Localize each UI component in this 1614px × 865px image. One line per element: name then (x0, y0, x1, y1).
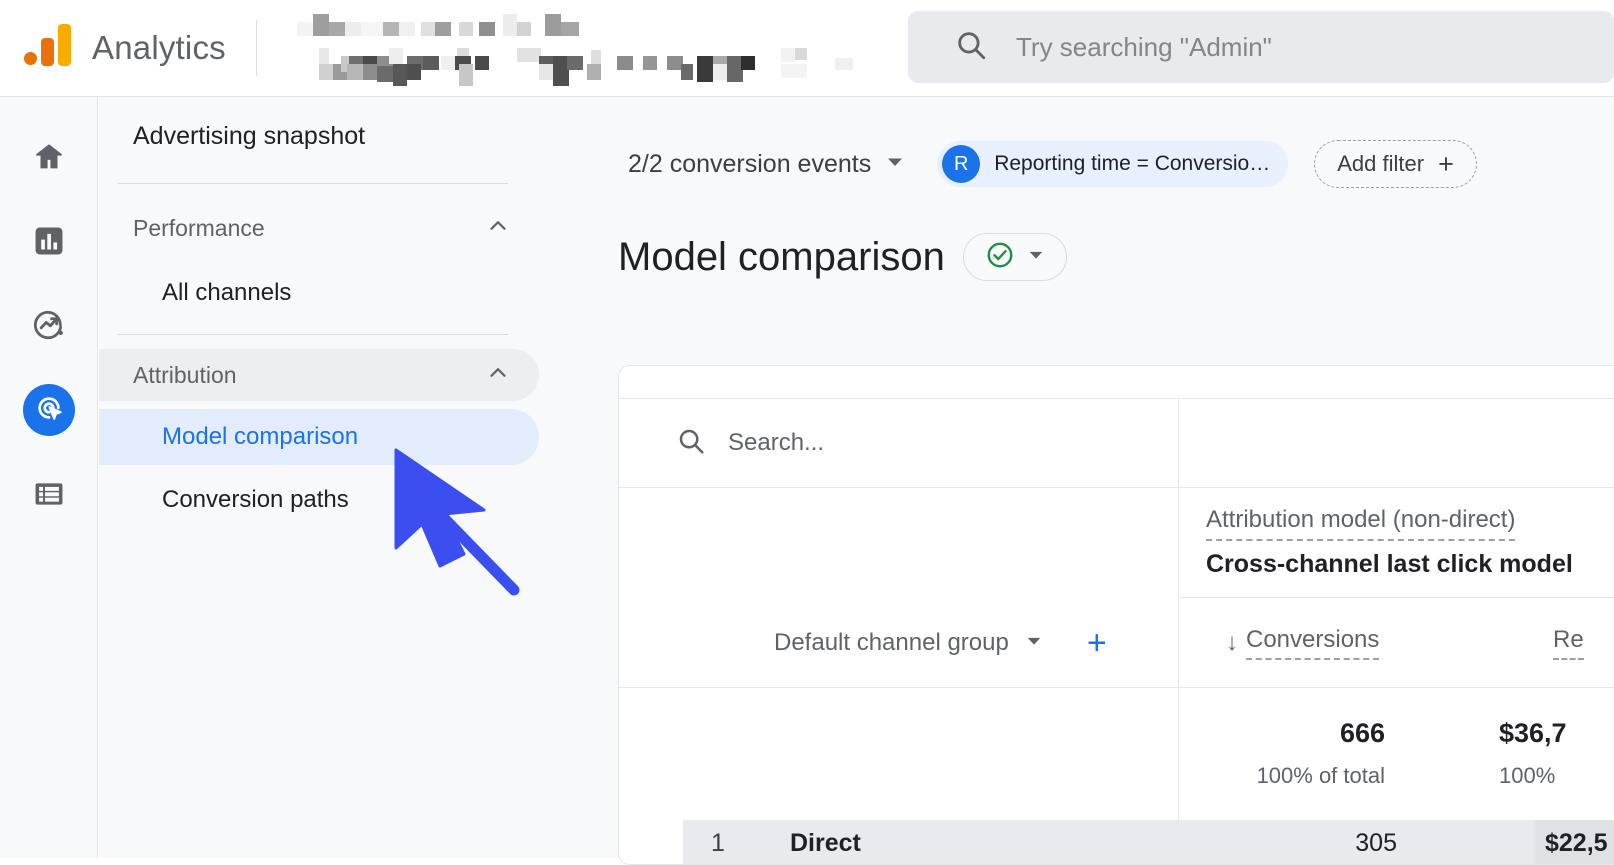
model-comparison-table-card: Search... Attribution model (non-direct)… (618, 365, 1614, 865)
attribution-model-label[interactable]: Attribution model (non-direct) (1206, 506, 1516, 541)
add-dimension-button[interactable]: + (1087, 626, 1107, 660)
sidebar-divider-2 (118, 334, 508, 335)
plus-icon: + (1438, 148, 1454, 179)
brand-name: Analytics (92, 29, 226, 66)
row-conversions: 305 (1355, 829, 1397, 857)
check-circle-icon (985, 240, 1015, 275)
rail-item-advertising[interactable] (23, 384, 75, 436)
metric-header-label: Re (1553, 626, 1584, 660)
chevron-up-icon (485, 213, 511, 244)
property-name-redacted[interactable] (289, 12, 853, 86)
caret-down-icon (1027, 246, 1045, 269)
dimension-header[interactable]: Default channel group + (774, 626, 1107, 660)
sidebar-group-label: Performance (133, 214, 265, 241)
total-subtext: 100% (1499, 763, 1556, 788)
rail-item-home[interactable] (25, 135, 73, 183)
chevron-up-icon (485, 360, 511, 391)
total-subtext: 100% of total (1256, 763, 1385, 788)
add-filter-button[interactable]: Add filter + (1314, 140, 1477, 188)
total-revenue: $36,7 100% (1499, 718, 1614, 789)
total-value: $36,7 (1499, 718, 1567, 748)
caret-down-icon (1025, 629, 1043, 657)
sidebar-item-label: Model comparison (162, 423, 359, 450)
filter-chip-reporting-time[interactable]: R Reporting time = Conversio… (937, 141, 1289, 187)
total-value: 666 (1339, 718, 1385, 748)
sidebar-item-advertising-snapshot[interactable]: Advertising snapshot (133, 122, 365, 151)
global-search[interactable]: Try searching "Admin" (908, 11, 1614, 83)
sidebar-item-all-channels[interactable]: All channels (99, 265, 539, 321)
home-icon (32, 140, 66, 179)
avatar: R (942, 145, 981, 183)
table-search-placeholder: Search... (728, 429, 825, 456)
caret-down-icon (885, 150, 905, 179)
sidebar-item-label: Conversion paths (162, 486, 349, 513)
google-analytics-logo (22, 22, 74, 74)
filter-toolbar: 2/2 conversion events R Reporting time =… (628, 140, 1477, 188)
metric-header-revenue[interactable]: Re (1553, 626, 1584, 660)
conversion-events-label: 2/2 conversion events (628, 149, 872, 178)
app-header: Analytics Try searching "Admin" (0, 0, 1614, 97)
dimension-header-label: Default channel group (774, 628, 1009, 656)
report-status-selector[interactable] (962, 233, 1067, 281)
sidebar-group-performance[interactable]: Performance (99, 202, 539, 254)
metric-header-conversions[interactable]: ↓ Conversions (1226, 626, 1380, 660)
bar-chart-icon (32, 224, 66, 263)
table-search-row[interactable]: Search... (619, 398, 1614, 488)
attribution-model-header: Attribution model (non-direct) Cross-cha… (1179, 488, 1614, 598)
list-icon (32, 477, 66, 516)
header-divider (255, 20, 257, 76)
sidebar-group-label: Attribution (133, 361, 237, 388)
rail-item-reports[interactable] (25, 219, 73, 267)
rail-item-explore[interactable] (25, 303, 73, 351)
add-filter-label: Add filter (1337, 151, 1425, 176)
sidebar-item-conversion-paths[interactable]: Conversion paths (99, 472, 539, 528)
sidebar-item-label: All channels (162, 279, 292, 306)
advertising-target-cursor-icon (32, 391, 66, 430)
row-dimension: Direct (790, 829, 861, 857)
page-title: Model comparison (618, 234, 945, 279)
metric-header-label: Conversions (1246, 626, 1380, 660)
sidebar-nav: Advertising snapshot Performance All cha… (99, 97, 618, 858)
row-revenue: $22,5 (1545, 829, 1608, 857)
icon-rail (0, 97, 98, 858)
conversion-events-selector[interactable]: 2/2 conversion events (628, 150, 905, 179)
sidebar-item-model-comparison[interactable]: Model comparison (99, 409, 539, 465)
table-column-headers: Default channel group + ↓ Conversions Re (619, 598, 1614, 688)
search-icon (954, 28, 988, 67)
main-content: 2/2 conversion events R Reporting time =… (618, 97, 1614, 865)
page-title-row: Model comparison (618, 233, 1067, 281)
table-row[interactable]: 1 Direct 305 $22,5 (683, 820, 1614, 864)
filter-chip-label: Reporting time = Conversio… (994, 152, 1271, 175)
attribution-model-value: Cross-channel last click model (1206, 550, 1573, 578)
row-rank: 1 (711, 829, 725, 857)
search-icon (676, 426, 706, 461)
total-conversions: 666 100% of total (1223, 718, 1385, 789)
sidebar-group-attribution[interactable]: Attribution (99, 349, 539, 401)
rail-item-library[interactable] (25, 472, 73, 520)
table-totals-row: 666 100% of total $36,7 100% (619, 688, 1614, 820)
arrow-down-icon: ↓ (1226, 628, 1238, 656)
sidebar-divider-1 (118, 183, 508, 184)
search-placeholder: Try searching "Admin" (1016, 31, 1272, 62)
explore-trend-icon (32, 308, 66, 347)
